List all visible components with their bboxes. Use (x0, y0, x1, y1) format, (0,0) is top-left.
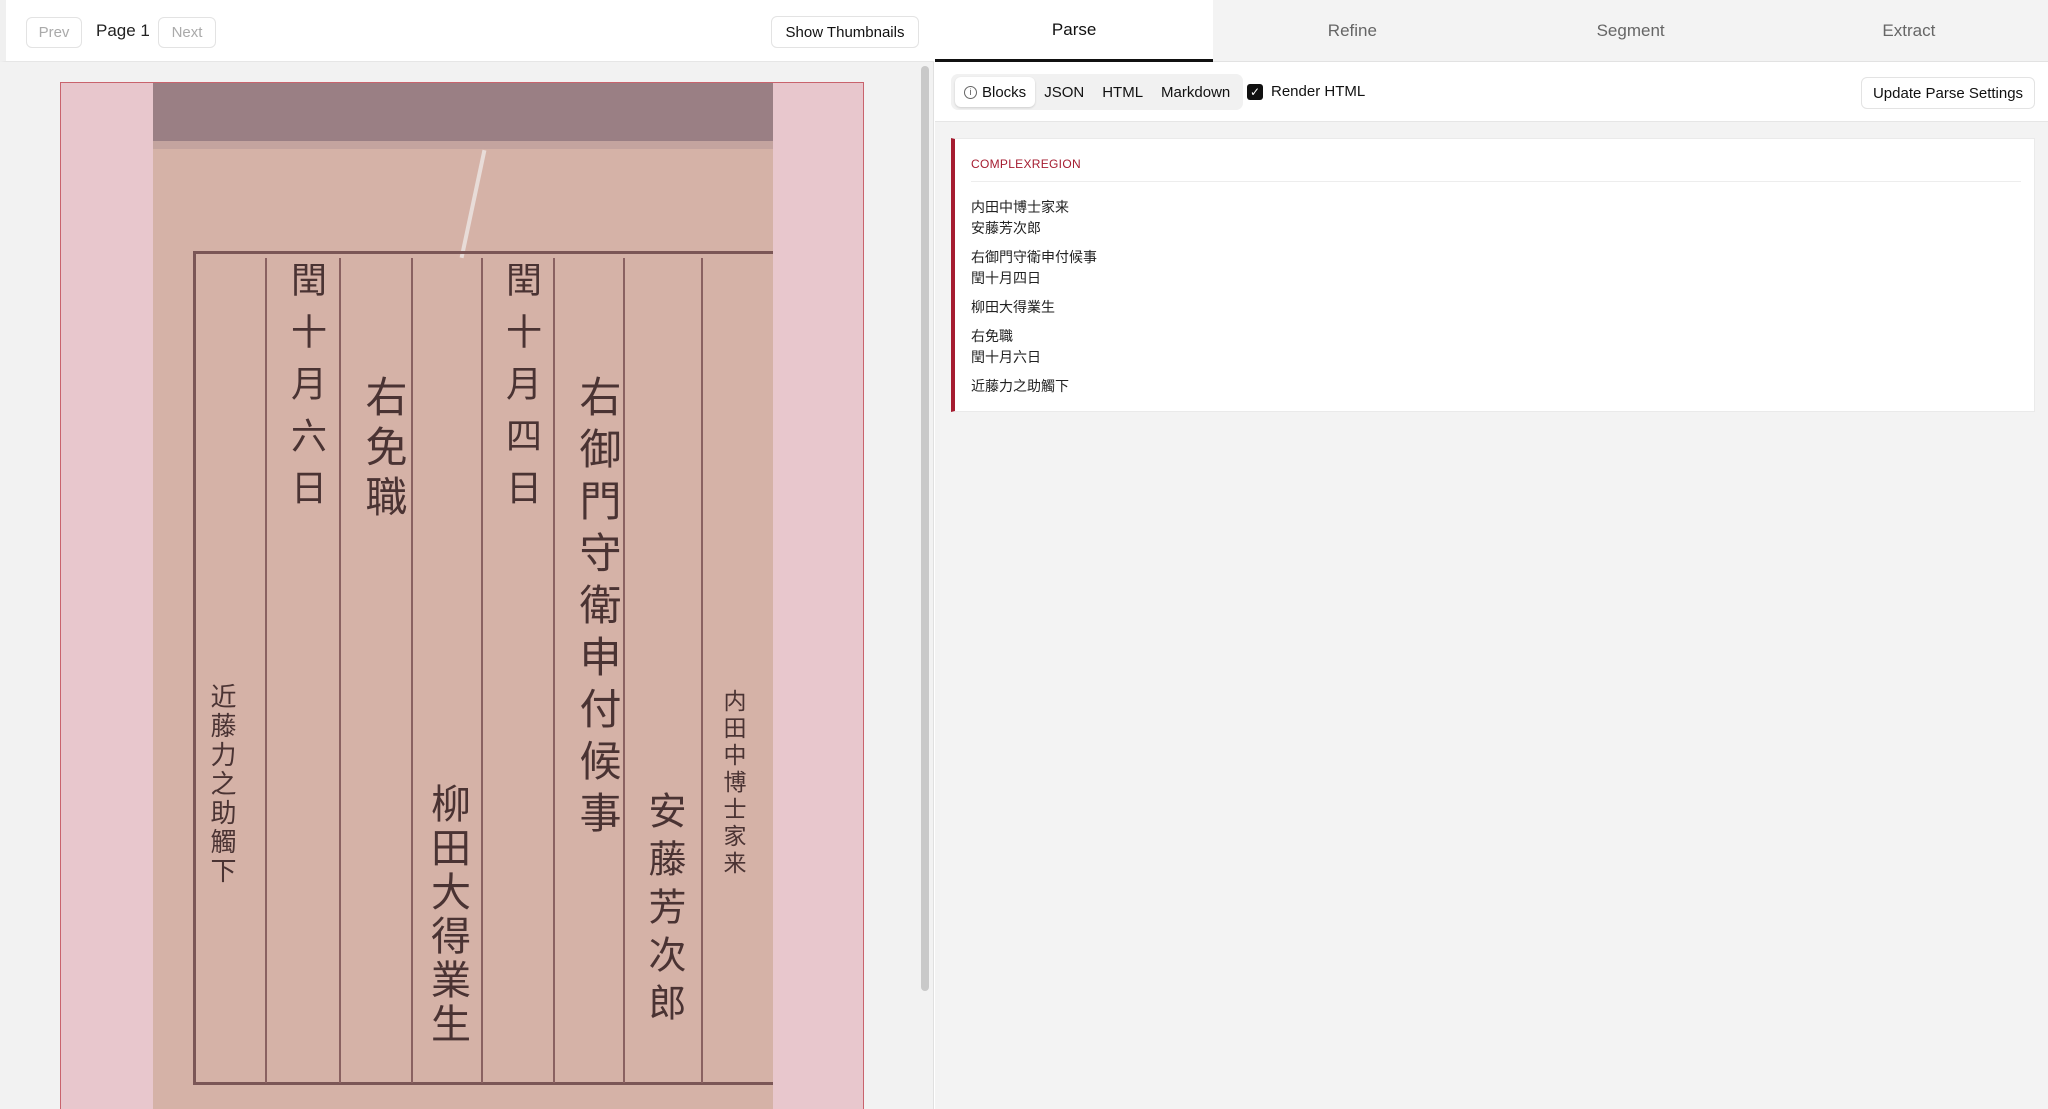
tab-segment[interactable]: Segment (1492, 0, 1770, 62)
view-markdown-button[interactable]: Markdown (1152, 77, 1239, 107)
scan-column-text: 右御門守衛申付候事 (573, 375, 622, 843)
tab-parse[interactable]: Parse (935, 0, 1214, 62)
page-canvas[interactable]: 内田中博士家来 安藤芳次郎 右御門守衛申付候事 閏十月四日 柳田大得業生 右免職… (6, 63, 922, 1109)
render-html-toggle[interactable]: ✓ Render HTML (1247, 83, 1365, 100)
info-icon: i (964, 85, 977, 99)
block-line: 安藤芳次郎 (971, 220, 1041, 236)
scan-column-text: 閏十月四日 (500, 261, 541, 521)
document-viewer-pane: Prev Page 1 Next Show Thumbnails 内田中博士家来… (0, 0, 934, 1109)
page-highlight-region[interactable]: 内田中博士家来 安藤芳次郎 右御門守衛申付候事 閏十月四日 柳田大得業生 右免職… (60, 82, 864, 1109)
scan-column-text: 安藤芳次郎 (642, 791, 686, 1031)
scan-column-text: 内田中博士家来 (719, 689, 745, 878)
prev-page-button[interactable]: Prev (26, 17, 82, 48)
view-blocks-button[interactable]: i Blocks (955, 77, 1036, 107)
checkbox-checked-icon[interactable]: ✓ (1247, 83, 1263, 100)
view-blocks-label: Blocks (982, 83, 1027, 101)
view-html-button[interactable]: HTML (1093, 77, 1152, 107)
scan-column-text: 右免職 (359, 375, 408, 525)
view-json-button[interactable]: JSON (1035, 77, 1093, 107)
block-type-label: COMPLEXREGION (971, 157, 1081, 171)
block-line: 右御門守衛申付候事 (971, 249, 1097, 265)
block-line: 右免職 (971, 328, 1013, 344)
parse-toolbar: i Blocks JSON HTML Markdown ✓ Render HTM… (935, 62, 2048, 122)
scan-column-text: 閏十月六日 (285, 261, 326, 521)
render-html-label: Render HTML (1271, 83, 1366, 100)
viewer-scrollbar[interactable] (921, 66, 929, 991)
viewer-toolbar: Prev Page 1 Next Show Thumbnails (0, 0, 934, 62)
block-content: 内田中博士家来 安藤芳次郎 右御門守衛申付候事 閏十月四日 柳田大得業生 右免職… (971, 197, 1097, 397)
block-line: 近藤力之助觸下 (971, 378, 1069, 394)
tab-refine[interactable]: Refine (1213, 0, 1491, 62)
view-mode-switch: i Blocks JSON HTML Markdown (951, 74, 1244, 110)
block-line: 閏十月四日 (971, 270, 1041, 286)
page-indicator: Page 1 (96, 21, 150, 40)
divider (971, 181, 2021, 182)
tab-extract[interactable]: Extract (1770, 0, 2048, 62)
block-line: 内田中博士家来 (971, 199, 1069, 215)
show-thumbnails-button[interactable]: Show Thumbnails (771, 16, 919, 48)
scan-column-text: 柳田大得業生 (424, 783, 470, 1047)
block-line: 柳田大得業生 (971, 299, 1055, 315)
mode-tabs: Parse Refine Segment Extract (935, 0, 2048, 62)
update-parse-settings-button[interactable]: Update Parse Settings (1861, 77, 2035, 109)
block-line: 閏十月六日 (971, 349, 1041, 365)
next-page-button[interactable]: Next (158, 17, 216, 48)
scanned-page-image: 内田中博士家来 安藤芳次郎 右御門守衛申付候事 閏十月四日 柳田大得業生 右免職… (153, 83, 773, 1109)
parsed-block-card[interactable]: COMPLEXREGION 内田中博士家来 安藤芳次郎 右御門守衛申付候事 閏十… (951, 138, 2035, 412)
scan-column-text: 近藤力之助觸下 (206, 683, 236, 886)
parse-results-pane: Parse Refine Segment Extract i Blocks JS… (935, 0, 2048, 1109)
